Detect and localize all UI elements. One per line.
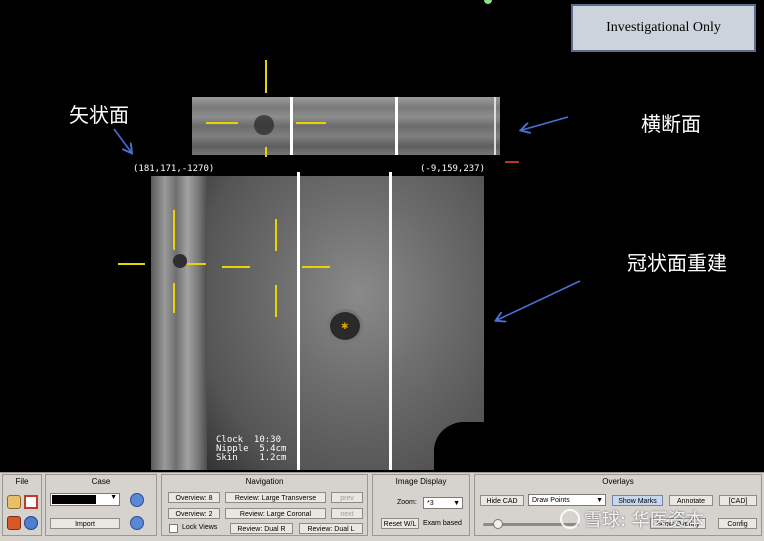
sagittal-view[interactable]	[151, 176, 207, 470]
coronal-slice-line-2[interactable]	[389, 172, 392, 470]
transverse-crosshair-v-top	[265, 60, 267, 93]
coronal-arrow	[497, 280, 581, 320]
review-dual-l-button[interactable]: Review: Dual L	[299, 523, 363, 534]
navigation-group: Navigation Overview: 8 Review: Large Tra…	[161, 474, 368, 536]
file-group: File	[2, 474, 42, 536]
transverse-scale	[494, 97, 496, 155]
navigation-group-title: Navigation	[245, 477, 284, 486]
print-icon[interactable]	[24, 495, 38, 509]
case-select-value	[52, 495, 96, 504]
lock-views-checkbox[interactable]	[169, 524, 178, 533]
coronal-slice-line-1[interactable]	[297, 172, 300, 470]
sagittal-crosshair-v-top	[173, 210, 175, 250]
coronal-crosshair-h-left	[222, 266, 250, 268]
transverse-crosshair-h-left	[206, 122, 238, 124]
watermark-text: 雪球: 华医资本	[584, 510, 704, 531]
import-button[interactable]: Import	[50, 518, 120, 529]
overlays-group-title: Overlays	[602, 477, 634, 486]
coronal-crosshair-h-right	[302, 266, 330, 268]
case-select[interactable]: ▼	[50, 493, 120, 506]
transverse-slice-line-1[interactable]	[290, 97, 293, 155]
sagittal-arrow	[113, 128, 131, 152]
review-large-transverse-button[interactable]: Review: Large Transverse	[225, 492, 326, 503]
case-group: Case ▼ Import	[45, 474, 157, 536]
overview-2-button[interactable]: Overview: 2	[168, 508, 220, 519]
zoom-label: Zoom:	[397, 499, 417, 506]
coronal-lesion: ✱	[327, 309, 363, 343]
review-dual-r-button[interactable]: Review: Dual R	[230, 523, 293, 534]
zoom-select[interactable]: *3 ▼	[423, 497, 463, 509]
coronal-dark-corner	[434, 422, 484, 470]
prev-button[interactable]: prev	[331, 492, 363, 503]
draw-points-value: Draw Points	[532, 497, 570, 504]
transverse-marker	[505, 161, 519, 163]
skin-readout: Skin 1.2cm	[216, 453, 287, 463]
overview-8-button[interactable]: Overview: 8	[168, 492, 220, 503]
exam-based-label: Exam based	[423, 520, 462, 527]
sagittal-lesion	[173, 254, 187, 268]
power-icon[interactable]	[7, 516, 21, 530]
transverse-crosshair-h-right	[296, 122, 326, 124]
sagittal-crosshair-v-bottom	[173, 283, 175, 313]
opacity-slider-thumb[interactable]	[493, 519, 503, 529]
case-group-title: Case	[91, 477, 111, 486]
watermark: 雪球: 华医资本	[560, 504, 760, 534]
chevron-down-icon: ▼	[453, 500, 460, 507]
transverse-crosshair-v-bottom	[265, 147, 267, 157]
coronal-crosshair-v-top	[275, 219, 277, 251]
coronal-view[interactable]: ✱ Clock 10:30 Nipple 5.4cm Skin 1.2cm	[207, 172, 484, 470]
coord-right: (-9,159,237)	[420, 164, 486, 174]
transverse-view[interactable]	[192, 97, 500, 155]
chevron-down-icon: ▼	[110, 494, 117, 501]
case-go-icon[interactable]	[130, 493, 144, 507]
zoom-select-value: *3	[427, 500, 434, 507]
transverse-arrow	[522, 116, 569, 130]
next-button[interactable]: next	[331, 508, 363, 519]
image-display-group-title: Image Display	[395, 477, 447, 486]
review-large-coronal-button[interactable]: Review: Large Coronal	[225, 508, 326, 519]
watermark-logo-icon	[560, 509, 580, 529]
coord-left: (181,171,-1270)	[133, 164, 215, 174]
file-group-title: File	[15, 477, 29, 486]
image-display-group: Image Display Zoom: *3 ▼ Reset W/L Exam …	[372, 474, 470, 536]
sagittal-crosshair-h-right	[187, 263, 206, 265]
hide-cad-button[interactable]: Hide CAD	[480, 495, 524, 506]
coronal-crosshair-v-bottom	[275, 285, 277, 317]
wrench-icon[interactable]	[7, 495, 21, 509]
case-nav-icon[interactable]	[130, 516, 144, 530]
sagittal-crosshair-h-left	[118, 263, 145, 265]
lock-views-label: Lock Views	[182, 524, 218, 531]
transverse-lesion	[254, 115, 274, 135]
reset-wl-button[interactable]: Reset W/L	[381, 518, 419, 529]
info-icon[interactable]	[24, 516, 38, 530]
transverse-slice-line-2[interactable]	[395, 97, 398, 155]
lesion-center-mark: ✱	[341, 321, 349, 331]
